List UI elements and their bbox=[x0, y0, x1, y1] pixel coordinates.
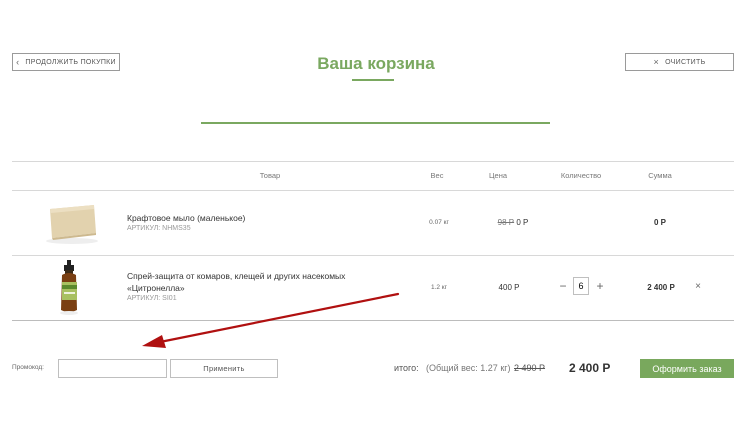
annotation-arrow bbox=[142, 292, 400, 348]
